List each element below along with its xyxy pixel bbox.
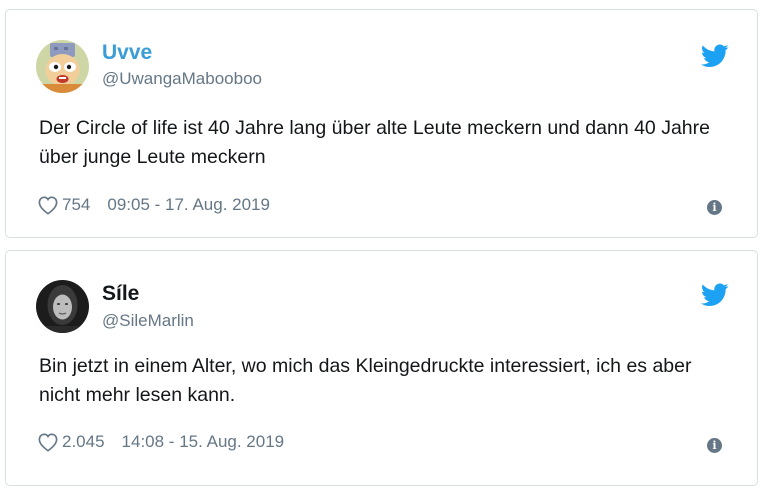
tweet-text: Bin jetzt in einem Alter, wo mich das Kl… [39, 355, 692, 406]
twitter-bird-icon[interactable] [701, 283, 729, 307]
tweet-text: Der Circle of life ist 40 Jahre lang übe… [39, 117, 710, 168]
timestamp[interactable]: 09:05 - 17. Aug. 2019 [107, 195, 270, 215]
tweet-footer: 2.045 14:08 - 15. Aug. 2019 [37, 432, 284, 452]
user-handle[interactable]: @UwangaMabooboo [102, 69, 262, 89]
cartoon-character-avatar-icon [36, 40, 89, 93]
info-icon[interactable]: i [707, 438, 722, 453]
like-count[interactable]: 2.045 [62, 432, 105, 452]
info-icon[interactable]: i [707, 200, 722, 215]
tweet-footer: 754 09:05 - 17. Aug. 2019 [37, 195, 270, 215]
photo-avatar-icon [36, 280, 89, 333]
avatar[interactable] [36, 40, 89, 93]
twitter-bird-icon[interactable] [701, 44, 729, 68]
avatar[interactable] [36, 280, 89, 333]
display-name[interactable]: Síle [102, 282, 139, 306]
heart-icon[interactable] [37, 432, 59, 452]
like-count[interactable]: 754 [62, 195, 90, 215]
tweet-card[interactable]: Síle @SileMarlin Bin jetzt in einem Alte… [5, 250, 758, 486]
display-name[interactable]: Uvve [102, 41, 152, 65]
timestamp[interactable]: 14:08 - 15. Aug. 2019 [122, 432, 285, 452]
user-handle[interactable]: @SileMarlin [102, 311, 194, 331]
tweet-card[interactable]: Uvve @UwangaMabooboo Der Circle of life … [5, 9, 758, 238]
heart-icon[interactable] [37, 195, 59, 215]
